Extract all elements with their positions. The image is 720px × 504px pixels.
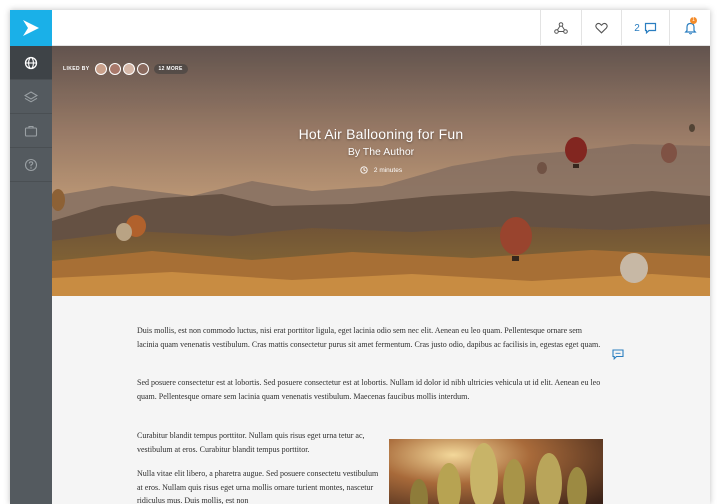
app-window: 2 1 LIKED BY 12 MORE Hot Air Ballooning …	[10, 10, 710, 504]
sidebar-item-help[interactable]	[10, 148, 52, 182]
sidebar-item-layers[interactable]	[10, 80, 52, 114]
article-paragraph: Nulla vitae elit libero, a pharetra augu…	[137, 469, 379, 504]
comment-icon	[612, 349, 624, 361]
article-title: Hot Air Ballooning for Fun	[298, 126, 464, 142]
more-likers-button[interactable]: 12 MORE	[153, 64, 188, 74]
article-body: Duis mollis, est non commodo luctus, nis…	[52, 296, 710, 504]
notification-badge: 1	[690, 17, 697, 24]
sidebar-item-portfolio[interactable]	[10, 114, 52, 148]
sidebar	[10, 10, 52, 504]
sidebar-item-explore[interactable]	[10, 46, 52, 80]
article-paragraph: Sed posuere consectetur est at lobortis.…	[137, 378, 601, 401]
globe-icon	[24, 56, 38, 69]
top-bar: 2 1	[52, 10, 710, 46]
help-circle-icon	[24, 158, 38, 171]
hero-image: LIKED BY 12 MORE Hot Air Ballooning for …	[52, 46, 710, 296]
comment-icon	[644, 22, 656, 34]
notifications-button[interactable]: 1	[669, 10, 710, 46]
article-author: By The Author	[347, 146, 415, 158]
like-button[interactable]	[581, 10, 621, 46]
avatar[interactable]	[108, 63, 121, 75]
liked-by-label: LIKED BY	[63, 66, 90, 72]
clock-icon	[360, 166, 368, 174]
avatar[interactable]	[94, 63, 107, 75]
arrow-logo-icon[interactable]	[10, 10, 52, 46]
share-nodes-icon	[554, 22, 568, 34]
avatar[interactable]	[122, 63, 135, 75]
comment-count: 2	[634, 22, 640, 34]
inline-comment-button[interactable]	[612, 347, 624, 365]
briefcase-icon	[24, 125, 38, 137]
heart-icon	[595, 22, 608, 34]
article-paragraph: Curabitur blandit tempus porttitor. Null…	[137, 431, 365, 454]
share-button[interactable]	[540, 10, 581, 46]
article-paragraph: Duis mollis, est non commodo luctus, nis…	[137, 326, 601, 349]
avatar[interactable]	[136, 63, 149, 75]
cactus-image	[389, 439, 603, 504]
layers-icon	[24, 90, 38, 102]
read-time: 2 minutes	[52, 166, 710, 174]
comments-button[interactable]: 2	[621, 10, 669, 46]
read-time-label: 2 minutes	[373, 166, 403, 174]
liked-by-bar: LIKED BY 12 MORE	[63, 63, 188, 75]
